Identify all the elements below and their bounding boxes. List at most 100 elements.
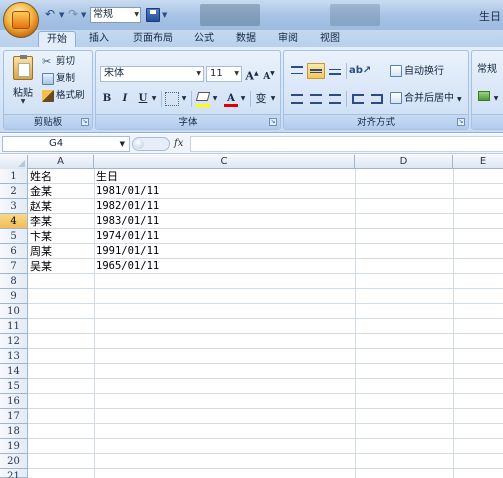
phonetic-dropdown-chevron-icon[interactable]: ▼ <box>269 91 277 107</box>
cell-c2[interactable]: 1981/01/11 <box>94 184 355 199</box>
currency-dropdown-chevron-icon[interactable]: ▼ <box>492 91 500 107</box>
row-header[interactable]: 11 <box>0 319 28 334</box>
grow-font-button[interactable]: A▲ <box>244 66 260 83</box>
cell-a6[interactable]: 周某 <box>28 244 94 259</box>
worksheet-grid[interactable]: A C D E 1 2 3 4 5 6 7 8 9 10 11 12 13 14… <box>0 155 503 478</box>
align-right-icon[interactable] <box>326 91 344 107</box>
underline-button[interactable]: U <box>136 91 150 107</box>
formula-bar-resize-handle[interactable] <box>132 137 170 151</box>
redo-arrow-icon[interactable]: ↷ <box>68 7 82 23</box>
shrink-font-button[interactable]: A▼ <box>261 66 277 82</box>
cell-c5[interactable]: 1974/01/11 <box>94 229 355 244</box>
wrap-text-button[interactable]: 自动换行 <box>390 64 444 80</box>
align-left-icon[interactable] <box>288 91 306 107</box>
row-header-selected[interactable]: 4 <box>0 214 28 229</box>
row-header[interactable]: 3 <box>0 199 28 214</box>
row-header[interactable]: 8 <box>0 274 28 289</box>
merge-center-button[interactable]: 合并后居中 ▼ <box>390 91 462 107</box>
column-header-row: A C D E <box>0 155 503 169</box>
cell-c1[interactable]: 生日 <box>94 169 355 184</box>
align-top-icon[interactable] <box>288 63 306 79</box>
formula-input[interactable] <box>190 136 503 152</box>
format-painter-button[interactable]: 格式刷 <box>42 88 85 104</box>
name-box[interactable]: G4 ▼ <box>2 136 130 152</box>
font-size-combo[interactable]: 11 ▼ <box>206 66 242 82</box>
tab-page-layout[interactable]: 页面布局 <box>128 31 178 47</box>
row-header[interactable]: 10 <box>0 304 28 319</box>
customize-qat-chevron-icon[interactable]: ▼ <box>162 7 170 23</box>
row-header[interactable]: 12 <box>0 334 28 349</box>
cell-c3[interactable]: 1982/01/11 <box>94 199 355 214</box>
increase-indent-icon[interactable] <box>368 91 386 107</box>
tab-formulas[interactable]: 公式 <box>189 31 219 47</box>
row-header[interactable]: 7 <box>0 259 28 274</box>
align-center-icon[interactable] <box>307 91 325 107</box>
number-format-combo[interactable]: 常规 <box>474 63 503 79</box>
clipboard-group-label: 剪贴板 <box>4 114 92 129</box>
column-header-d[interactable]: D <box>355 155 453 169</box>
italic-button[interactable]: I <box>118 91 132 107</box>
orientation-icon[interactable]: ab↗ <box>349 63 371 79</box>
row-header[interactable]: 9 <box>0 289 28 304</box>
align-middle-icon[interactable] <box>307 63 325 79</box>
cell-a3[interactable]: 赵某 <box>28 199 94 214</box>
row-header[interactable]: 21 <box>0 469 28 478</box>
currency-icon[interactable] <box>476 91 492 107</box>
bold-button[interactable]: B <box>100 91 114 107</box>
cell-c6[interactable]: 1991/01/11 <box>94 244 355 259</box>
row-header[interactable]: 20 <box>0 454 28 469</box>
cell-a1[interactable]: 姓名 <box>28 169 94 184</box>
row-header[interactable]: 19 <box>0 439 28 454</box>
underline-dropdown-chevron-icon[interactable]: ▼ <box>150 91 158 107</box>
tab-review[interactable]: 审阅 <box>273 31 303 47</box>
cell-c4[interactable]: 1983/01/11 <box>94 214 355 229</box>
borders-icon[interactable] <box>165 92 179 106</box>
cell-a5[interactable]: 卞某 <box>28 229 94 244</box>
redo-dropdown-chevron-icon[interactable]: ▼ <box>81 7 89 23</box>
align-bottom-icon[interactable] <box>326 63 344 79</box>
row-header[interactable]: 18 <box>0 424 28 439</box>
dialog-launcher-icon[interactable]: ↘ <box>457 118 465 126</box>
row-header[interactable]: 13 <box>0 349 28 364</box>
column-header-a[interactable]: A <box>28 155 94 169</box>
cell-a2[interactable]: 金某 <box>28 184 94 199</box>
copy-button[interactable]: 复制 <box>42 71 75 87</box>
tab-data[interactable]: 数据 <box>231 31 261 47</box>
font-color-dropdown-chevron-icon[interactable]: ▼ <box>239 91 247 107</box>
row-header[interactable]: 5 <box>0 229 28 244</box>
qat-style-combo[interactable]: 常规 ▼ <box>90 7 141 23</box>
fill-color-button[interactable] <box>195 91 211 107</box>
column-header-e[interactable]: E <box>453 155 503 169</box>
font-color-button[interactable]: A <box>223 91 239 107</box>
dialog-launcher-icon[interactable]: ↘ <box>269 118 277 126</box>
cut-button[interactable]: ✂ 剪切 <box>42 54 75 70</box>
decrease-indent-icon[interactable] <box>349 91 367 107</box>
row-header[interactable]: 14 <box>0 364 28 379</box>
row-header[interactable]: 17 <box>0 409 28 424</box>
row-header[interactable]: 16 <box>0 394 28 409</box>
dialog-launcher-icon[interactable]: ↘ <box>81 118 89 126</box>
column-header-c[interactable]: C <box>94 155 355 169</box>
paste-label: 粘贴 <box>13 88 33 99</box>
row-header[interactable]: 2 <box>0 184 28 199</box>
borders-dropdown-chevron-icon[interactable]: ▼ <box>180 91 188 107</box>
row-header[interactable]: 15 <box>0 379 28 394</box>
tab-view[interactable]: 视图 <box>315 31 345 47</box>
tab-insert[interactable]: 插入 <box>84 31 114 47</box>
font-name-combo[interactable]: 宋体 ▼ <box>100 66 204 82</box>
save-disk-icon[interactable] <box>146 8 160 22</box>
cell-c7[interactable]: 1965/01/11 <box>94 259 355 274</box>
fill-dropdown-chevron-icon[interactable]: ▼ <box>211 91 219 107</box>
row-header[interactable]: 1 <box>0 169 28 184</box>
paste-button[interactable]: 粘贴 ▼ <box>8 54 38 110</box>
select-all-corner[interactable] <box>0 155 28 169</box>
cell-a7[interactable]: 吴某 <box>28 259 94 274</box>
insert-function-icon[interactable]: fx <box>174 136 188 152</box>
office-button[interactable] <box>3 2 39 38</box>
phonetic-guide-button[interactable]: 变 <box>253 91 269 107</box>
cell-a4[interactable]: 李某 <box>28 214 94 229</box>
tab-home[interactable]: 开始 <box>38 31 76 47</box>
undo-arrow-icon[interactable]: ↶ <box>45 7 59 23</box>
row-header[interactable]: 6 <box>0 244 28 259</box>
undo-dropdown-chevron-icon[interactable]: ▼ <box>59 7 67 23</box>
